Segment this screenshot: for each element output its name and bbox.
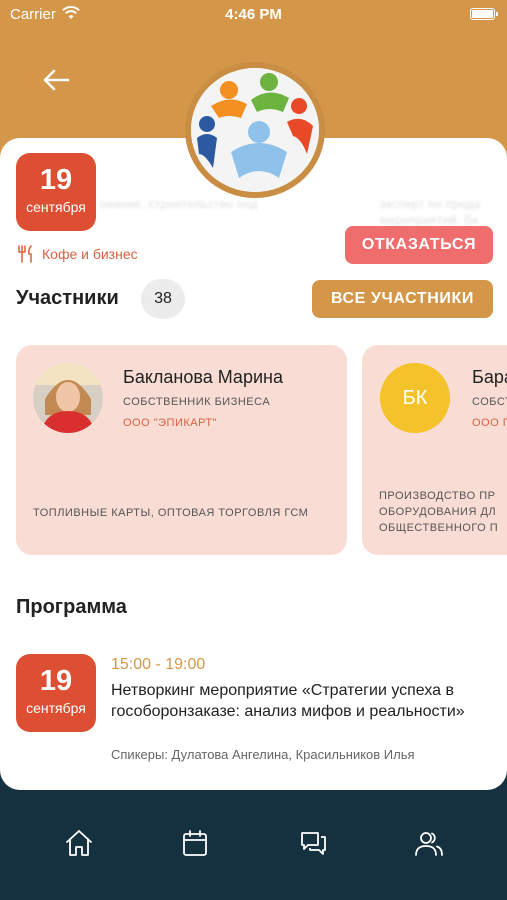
participants-title: Участники <box>16 287 119 309</box>
home-icon[interactable] <box>62 826 96 860</box>
ghost-description-left: ование, строительство под <box>100 197 258 211</box>
program-date-month: сентября <box>26 700 86 716</box>
participant-description: ТОПЛИВНЫЕ КАРТЫ, ОПТОВАЯ ТОРГОВЛЯ ГСМ <box>33 507 309 519</box>
calendar-icon[interactable] <box>178 826 212 860</box>
program-date-day: 19 <box>39 665 73 697</box>
program-date-badge: 19 сентября <box>16 654 96 732</box>
back-arrow-icon[interactable] <box>36 62 76 98</box>
event-category-label: Кофе и бизнес <box>42 246 138 262</box>
participant-company: ООО "ЭПИКАРТ" <box>123 417 218 429</box>
status-bar: Carrier 4:46 PM <box>0 0 507 30</box>
event-logo <box>185 62 325 198</box>
status-time: 4:46 PM <box>225 6 282 23</box>
tab-bar <box>0 790 507 900</box>
all-participants-button[interactable]: ВСЕ УЧАСТНИКИ <box>312 280 493 318</box>
participant-description: ПРОИЗВОДСТВО ПР ОБОРУДОВАНИЯ ДЛ ОБЩЕСТВЕ… <box>379 490 499 534</box>
participants-count-badge: 38 <box>141 279 185 319</box>
battery-icon <box>470 8 498 20</box>
people-icon[interactable] <box>412 826 446 860</box>
participant-card[interactable]: БК Бара СОБСТ ООО Г ПРОИЗВОДСТВО ПР ОБОР… <box>362 345 507 555</box>
program-title: Программа <box>16 596 127 618</box>
program-speakers: Спикеры: Дулатова Ангелина, Красильников… <box>111 747 415 762</box>
chat-icon[interactable] <box>296 826 330 860</box>
participant-name: Бара <box>472 367 507 387</box>
ghost-description-right-1: эксперт по прода <box>380 197 481 211</box>
ghost-description-right-2: мероприятий, би <box>380 213 479 227</box>
participant-card[interactable]: Бакланова Марина СОБСТВЕННИК БИЗНЕСА ООО… <box>16 345 347 555</box>
event-category: Кофе и бизнес <box>16 245 138 263</box>
event-date-month: сентября <box>26 199 86 215</box>
participant-role: СОБСТ <box>472 396 507 408</box>
event-date-badge: 19 сентября <box>16 153 96 231</box>
avatar-initials: БК <box>380 363 450 433</box>
program-time: 15:00 - 19:00 <box>111 656 206 673</box>
participant-name: Бакланова Марина <box>123 367 283 387</box>
participant-company: ООО Г <box>472 417 507 429</box>
decline-button[interactable]: ОТКАЗАТЬСЯ <box>345 226 493 264</box>
participant-role: СОБСТВЕННИК БИЗНЕСА <box>123 396 271 408</box>
cutlery-icon <box>18 245 32 263</box>
program-item-title[interactable]: Нетворкинг мероприятие «Стратегии успеха… <box>111 680 501 722</box>
avatar <box>33 363 103 433</box>
event-date-day: 19 <box>39 164 73 196</box>
